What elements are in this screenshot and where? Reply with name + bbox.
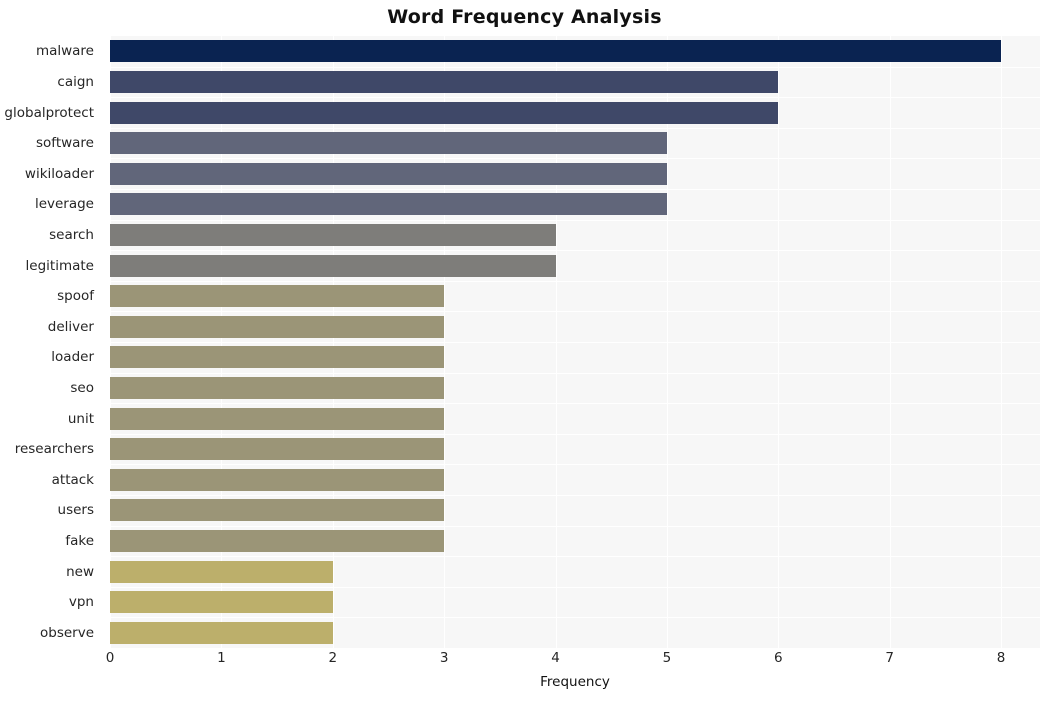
x-axis-tick-label: 1 [217,650,226,666]
y-axis-tick-label: deliver [47,318,94,335]
plot-area [110,36,1040,648]
bar [110,438,445,461]
row-separator [110,464,1040,466]
y-axis-tick-label: search [49,226,94,243]
x-axis-title: Frequency [540,674,610,690]
gridline [778,36,780,648]
y-axis-tick-label: researchers [14,441,94,458]
gridline [1001,36,1003,648]
row-separator [110,250,1040,252]
bar [110,560,333,583]
bar [110,193,667,216]
x-axis-tick-label: 3 [439,650,449,666]
bar [110,70,779,93]
y-axis-tick-label: wikiloader [24,165,94,182]
bar [110,468,445,491]
row-separator [110,311,1040,313]
y-axis-labels: malware caign globalprotect software wikiloa… [0,36,102,648]
gridline [332,36,334,648]
row-separator [110,189,1040,190]
y-axis-tick-label: seo [70,379,94,396]
y-axis-tick-label: observe [39,624,94,641]
y-axis-tick-label: vpn [68,594,94,611]
y-axis-tick-label: attack [51,471,94,488]
row-separator [110,280,1040,282]
y-axis-tick-label: new [66,563,94,580]
row-separator [110,586,1040,588]
gridline [555,36,557,648]
y-axis-tick-label: legitimate [25,257,94,274]
bar [110,346,445,369]
gridline [889,36,891,648]
y-axis-tick-label: unit [67,410,94,427]
bar [110,529,445,552]
bar [110,591,333,614]
row-separator [110,127,1040,129]
row-separator [110,556,1040,558]
bar [110,254,556,277]
x-axis-ticks: 0 1 2 3 4 5 6 7 8 [106,650,1040,672]
y-axis-tick-label: spoof [57,288,94,305]
y-axis-tick-label: users [57,502,94,519]
y-axis-tick-label: malware [35,43,94,60]
bar [110,621,333,644]
y-axis-tick-label: loader [51,349,94,366]
bar [110,40,1002,63]
row-separator [110,433,1040,435]
bar [110,285,445,308]
bar [110,407,445,430]
x-axis-tick-label: 6 [773,650,783,666]
bar [110,223,556,246]
y-axis-tick-label: globalprotect [4,104,94,121]
row-separator [110,342,1040,343]
gridline [444,36,446,648]
row-separator [110,495,1040,496]
bar [110,162,667,185]
row-separator [110,372,1040,374]
row-separator [110,219,1040,221]
row-separator [110,617,1040,619]
row-separator [110,403,1040,405]
bar [110,376,445,399]
x-axis-tick-label: 0 [105,650,115,666]
chart-title: Word Frequency Analysis [387,6,662,28]
bar [110,499,445,522]
y-axis-tick-label: caign [57,73,94,90]
x-axis-tick-label: 8 [996,650,1006,666]
word-frequency-chart: Word Frequency Analysis malware caign glob… [0,0,1049,701]
bar [110,101,779,124]
bar [110,132,667,155]
x-axis-tick-label: 5 [662,650,672,666]
row-separator [110,97,1040,99]
y-axis-tick-label: leverage [34,196,94,213]
y-axis-tick-label: fake [65,532,94,549]
gridline [221,36,223,648]
row-separator [110,158,1040,160]
row-separator [110,525,1040,527]
gridline [110,36,111,648]
y-axis-tick-label: software [36,135,94,152]
row-separator [110,66,1040,68]
x-axis-tick-label: 4 [551,650,560,666]
x-axis-tick-label: 2 [328,650,338,666]
x-axis-tick-label: 7 [885,650,894,666]
bar [110,315,445,338]
gridline [666,36,668,648]
